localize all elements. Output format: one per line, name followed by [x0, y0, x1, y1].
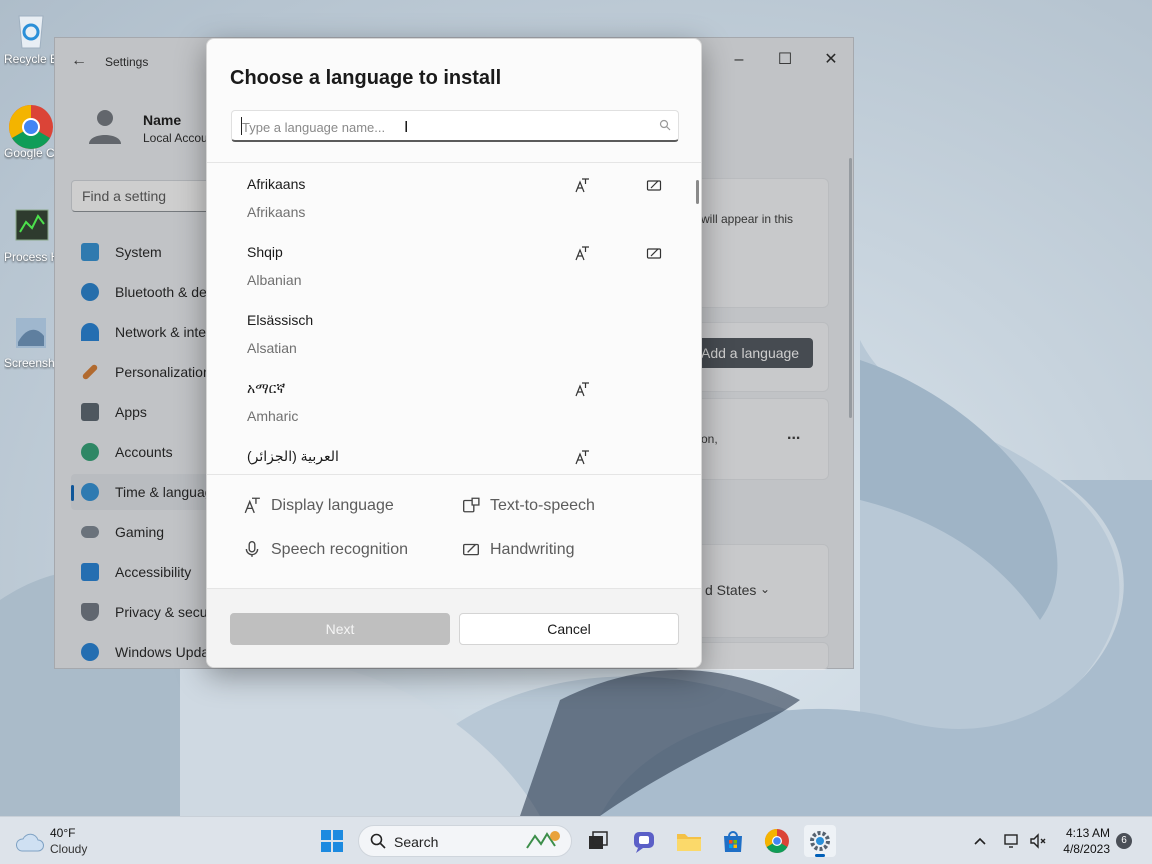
taskbar-search[interactable]: Search [358, 825, 572, 857]
show-hidden-icons-button[interactable] [970, 831, 990, 851]
volume-tray-button[interactable] [1028, 831, 1048, 851]
cloud-icon [16, 833, 44, 852]
language-search-input[interactable] [242, 117, 642, 137]
language-search-box[interactable] [231, 110, 679, 142]
display-language-icon [244, 497, 260, 514]
file-explorer-button[interactable] [673, 825, 705, 857]
language-item[interactable]: Afrikaans Afrikaans [207, 163, 701, 231]
process-hacker-icon [10, 206, 52, 248]
store-icon [724, 831, 742, 852]
desktop-icon-screenshot[interactable]: Screenshot 2023-04 [4, 312, 58, 370]
language-item[interactable]: አማርኛ Amharic [207, 367, 701, 435]
notification-badge[interactable]: 6 [1116, 833, 1132, 849]
chrome-icon [9, 102, 53, 149]
language-item[interactable]: Elsässisch Alsatian [207, 299, 701, 367]
microsoft-store-button[interactable] [717, 825, 749, 857]
cancel-button[interactable]: Cancel [459, 613, 679, 645]
text-caret [241, 117, 242, 135]
clock[interactable]: 4:13 AM 4/8/2023 [1058, 825, 1110, 857]
desktop-icon-recycle-bin[interactable]: Recycle Bin [4, 8, 58, 66]
folder-icon [677, 834, 701, 851]
recycle-bin-icon [10, 8, 52, 50]
volume-muted-icon [1030, 833, 1046, 849]
search-icon [370, 833, 386, 849]
search-icon [659, 119, 671, 131]
active-app-indicator [815, 854, 825, 857]
start-button[interactable] [316, 825, 348, 857]
windows-logo-icon [321, 830, 343, 852]
display-language-icon [575, 450, 589, 465]
handwriting-icon [646, 180, 662, 191]
task-view-button[interactable] [582, 825, 614, 857]
display-language-icon [575, 246, 589, 261]
handwriting-icon [646, 248, 662, 259]
language-list[interactable]: Afrikaans Afrikaans Shqip Albanian Elsäs… [207, 162, 701, 475]
clock-time: 4:13 AM [1065, 826, 1110, 840]
list-scrollbar[interactable] [696, 180, 699, 204]
chrome-taskbar-button[interactable] [761, 825, 793, 857]
network-tray-button[interactable] [1002, 831, 1022, 851]
microphone-icon [245, 541, 259, 557]
desktop-icon-chrome[interactable]: Google Chrome [4, 102, 58, 160]
teams-chat-button[interactable] [628, 825, 660, 857]
handwriting-icon [463, 543, 479, 556]
desktop-icon-process-hacker[interactable]: Process Hacker [4, 206, 58, 264]
display-language-icon [575, 382, 589, 397]
text-to-speech-icon [463, 497, 480, 513]
settings-taskbar-button[interactable] [804, 825, 836, 857]
screenshot-file-icon [10, 312, 52, 354]
mouse-ibeam-cursor: I [404, 119, 409, 136]
clock-date: 4/8/2023 [1063, 842, 1110, 856]
chevron-up-icon [974, 837, 986, 845]
taskbar: 40°F Cloudy Search 4:13 AM 4/8/2023 6 [0, 816, 1152, 864]
language-item[interactable]: Shqip Albanian [207, 231, 701, 299]
dialog-title: Choose a language to install [230, 67, 502, 89]
next-button[interactable]: Next [230, 613, 450, 645]
language-item[interactable]: العربية (الجزائر) [207, 435, 701, 474]
display-language-icon [575, 178, 589, 193]
chat-icon [634, 832, 654, 853]
chrome-icon [764, 829, 789, 854]
task-view-icon [589, 831, 608, 849]
search-highlight-icon [526, 831, 560, 849]
gear-icon [810, 831, 830, 851]
network-icon [1004, 834, 1018, 848]
dialog-footer: Next Cancel [207, 588, 701, 667]
choose-language-dialog: Choose a language to install I Afrikaans… [206, 38, 702, 668]
